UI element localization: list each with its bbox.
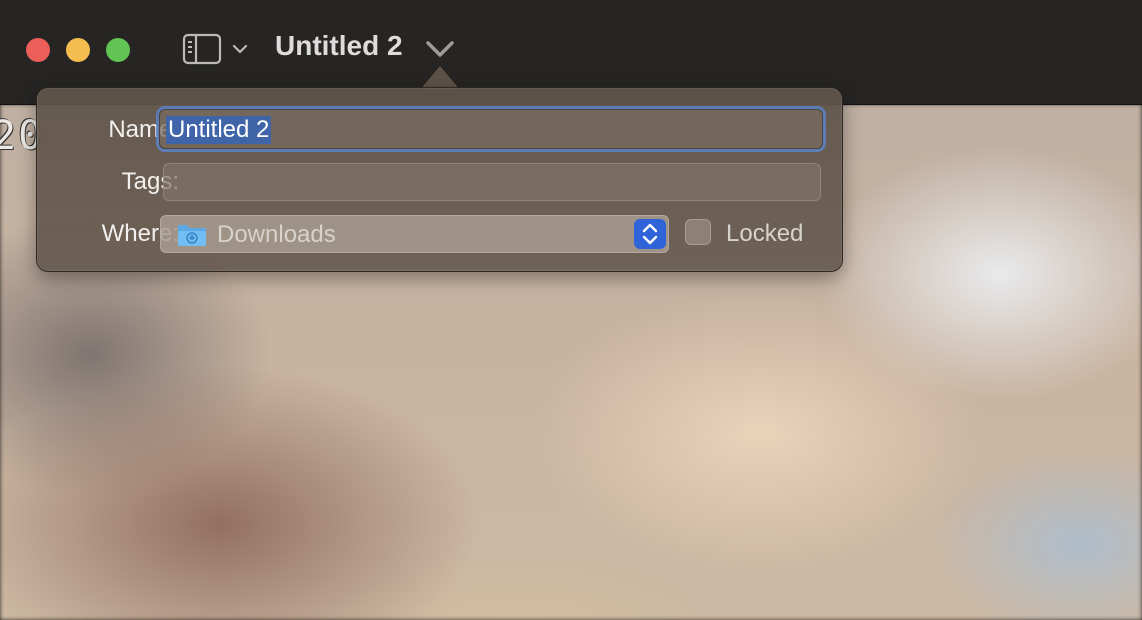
where-dropdown[interactable]: Downloads <box>160 215 669 253</box>
minimize-button[interactable] <box>66 38 90 62</box>
downloads-folder-icon <box>178 225 206 246</box>
locked-label[interactable]: Locked <box>726 220 803 248</box>
sidebar-toggle-button[interactable] <box>180 33 254 67</box>
tags-label: Tags: <box>121 168 179 195</box>
name-field-value[interactable]: Untitled 2 <box>166 116 272 144</box>
dropdown-stepper[interactable] <box>634 219 666 249</box>
chevron-down-icon[interactable] <box>424 38 456 62</box>
up-down-chevron-icon <box>642 223 658 245</box>
document-title[interactable]: Untitled 2 <box>275 30 403 62</box>
zoom-button[interactable] <box>106 38 130 62</box>
name-field[interactable]: Untitled 2 <box>159 109 823 149</box>
close-button[interactable] <box>26 38 50 62</box>
popover-arrow <box>420 64 460 90</box>
locked-checkbox[interactable] <box>685 219 711 245</box>
tags-field[interactable] <box>163 163 821 201</box>
app-window: 20 Untitled 2 Name: Untitled 2 Tags: Whe… <box>0 0 1142 620</box>
rename-popover: Name: Untitled 2 Tags: Where: Downloads <box>36 87 843 272</box>
where-dropdown-value: Downloads <box>217 221 336 248</box>
sidebar-icon <box>182 33 248 65</box>
